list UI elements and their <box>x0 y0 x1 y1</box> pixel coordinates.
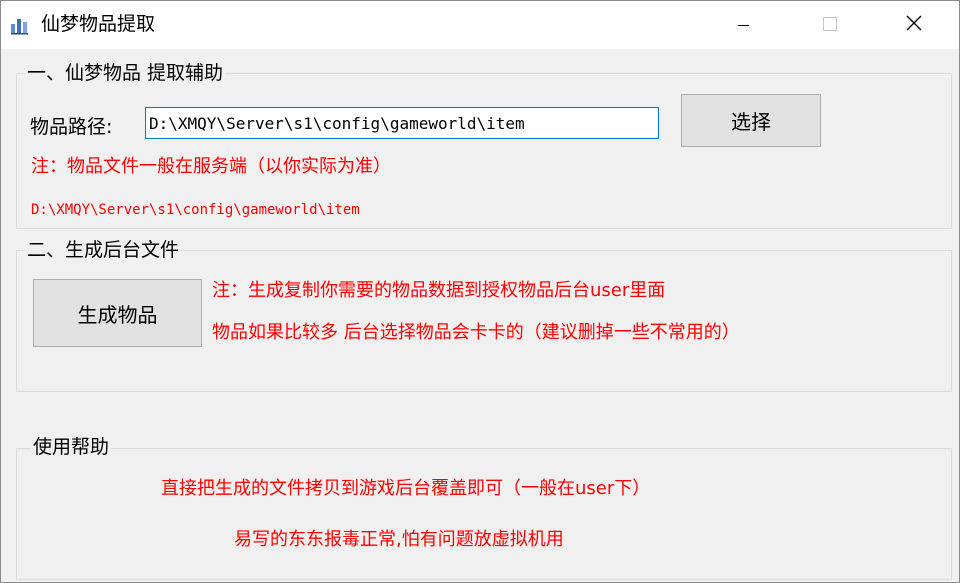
app-icon <box>10 15 30 35</box>
help-text-1: 直接把生成的文件拷贝到游戏后台覆盖即可（一般在user下） <box>161 478 651 499</box>
client-area: 一、仙梦物品 提取辅助 物品路径: 选择 注：物品文件一般在服务端（以你实际为准… <box>1 49 959 582</box>
close-button[interactable] <box>891 1 937 49</box>
path-note: 注：物品文件一般在服务端（以你实际为准） <box>31 156 391 177</box>
minimize-icon <box>738 16 750 35</box>
extract-group-title: 一、仙梦物品 提取辅助 <box>25 61 226 85</box>
window-title: 仙梦物品提取 <box>41 13 156 35</box>
maximize-button[interactable] <box>807 1 853 49</box>
close-icon <box>906 15 922 35</box>
path-label: 物品路径: <box>30 116 113 138</box>
item-path-input[interactable] <box>145 107 659 139</box>
generate-button-label: 生成物品 <box>77 302 158 327</box>
help-group-title: 使用帮助 <box>31 435 112 459</box>
select-button[interactable]: 选择 <box>681 94 821 147</box>
help-text-2: 易写的东东报毒正常,怕有问题放虚拟机用 <box>234 529 564 550</box>
maximize-icon <box>823 16 837 35</box>
generate-note-2: 物品如果比较多 后台选择物品会卡卡的（建议删掉一些不常用的） <box>212 322 740 343</box>
help-groupbox <box>16 448 952 580</box>
generate-button[interactable]: 生成物品 <box>33 279 202 347</box>
select-button-label: 选择 <box>731 110 771 134</box>
minimize-button[interactable] <box>721 1 767 49</box>
path-display: D:\XMQY\Server\s1\config\gameworld\item <box>31 202 360 218</box>
generate-group-title: 二、生成后台文件 <box>25 238 182 262</box>
app-window: 仙梦物品提取 一、仙梦物品 提取辅助 物品路径: 选择 注：物品文件一般在服务端… <box>0 0 960 583</box>
generate-note-1: 注：生成复制你需要的物品数据到授权物品后台user里面 <box>212 280 666 301</box>
title-bar[interactable]: 仙梦物品提取 <box>1 1 959 49</box>
